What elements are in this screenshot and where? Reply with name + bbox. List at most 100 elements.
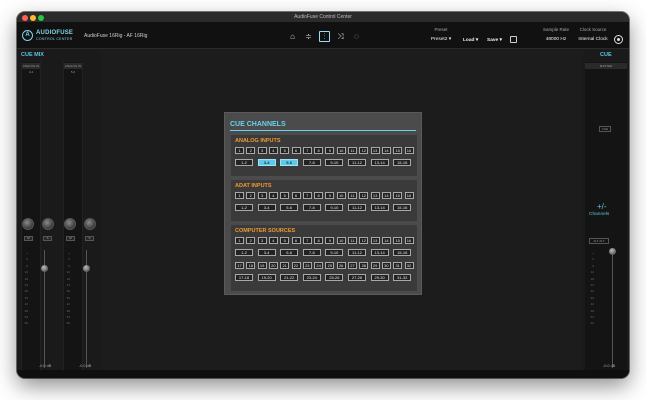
channel-button[interactable]: 12 — [359, 192, 369, 199]
channel-button[interactable]: 10 — [336, 237, 346, 244]
channel-button[interactable]: 3 — [257, 237, 267, 244]
channel-pair-button[interactable]: 13-14 — [370, 159, 389, 166]
channel-button[interactable]: 15 — [393, 237, 403, 244]
channel-button[interactable]: 2 — [246, 237, 256, 244]
channel-button[interactable]: 8 — [314, 147, 324, 154]
cue-button[interactable]: CUE — [599, 126, 611, 132]
channel-button[interactable]: 8 — [314, 192, 324, 199]
channel-button[interactable]: 31 — [393, 262, 403, 269]
master-volume-fader[interactable] — [609, 248, 616, 255]
channel-button[interactable]: 9 — [325, 237, 335, 244]
channel-pair-button[interactable]: 3-4 — [257, 159, 276, 166]
channel-button[interactable]: 9 — [325, 147, 335, 154]
routing-icon[interactable]: ⤨ — [335, 31, 346, 42]
channel-pair-button[interactable]: 7-8 — [302, 249, 321, 256]
home-icon[interactable]: ⌂ — [287, 31, 298, 42]
channel-button[interactable]: 8 — [314, 237, 324, 244]
channel-button[interactable]: 24 — [314, 262, 324, 269]
channel-pair-button[interactable]: 11-12 — [348, 204, 366, 211]
channel-pair-button[interactable]: 31-32 — [393, 274, 412, 281]
channel-pair-button[interactable]: 11-12 — [348, 159, 366, 166]
channel-pair-button[interactable]: 9-10 — [325, 204, 344, 211]
channel-pair-button[interactable]: 27-28 — [348, 274, 366, 281]
channel-button[interactable]: 13 — [370, 147, 380, 154]
channel-button[interactable]: 11 — [348, 237, 357, 244]
channel-pair-button[interactable]: 11-12 — [348, 249, 366, 256]
channel-button[interactable]: 26 — [336, 262, 346, 269]
volume-fader[interactable] — [41, 265, 48, 272]
channel-button[interactable]: 4 — [268, 237, 278, 244]
channels-plus-minus[interactable]: +/- — [597, 202, 607, 211]
pan-knob[interactable] — [22, 218, 34, 230]
channel-button[interactable]: 12 — [359, 147, 369, 154]
mute-button[interactable]: M — [66, 236, 75, 241]
channel-pair-button[interactable]: 17-18 — [235, 274, 253, 281]
channel-button[interactable]: 30 — [381, 262, 391, 269]
channel-pair-button[interactable]: 21-22 — [280, 274, 299, 281]
channel-button[interactable]: 5 — [280, 237, 290, 244]
channel-button[interactable]: 14 — [381, 237, 391, 244]
channel-pair-button[interactable]: 15-16 — [393, 249, 412, 256]
pan-knob[interactable] — [42, 218, 54, 230]
channel-pair-button[interactable]: 7-8 — [302, 204, 321, 211]
channel-button[interactable]: 28 — [359, 262, 369, 269]
channel-button[interactable]: 20 — [268, 262, 278, 269]
channel-button[interactable]: 1 — [235, 192, 244, 199]
channel-pair-button[interactable]: 23-24 — [302, 274, 321, 281]
pan-knob[interactable] — [64, 218, 76, 230]
channel-pair-button[interactable]: 29-30 — [370, 274, 389, 281]
channel-button[interactable]: 32 — [404, 262, 414, 269]
channel-button[interactable]: 18 — [246, 262, 256, 269]
channels-label[interactable]: Channels — [589, 212, 609, 217]
channel-button[interactable]: 7 — [302, 192, 312, 199]
channel-button[interactable]: 16 — [404, 237, 414, 244]
channel-button[interactable]: 15 — [393, 192, 403, 199]
channel-pair-button[interactable]: 5-6 — [280, 159, 299, 166]
channel-button[interactable]: 1 — [235, 147, 244, 154]
settings-gear-icon[interactable] — [614, 35, 623, 44]
alt-toggle[interactable]: ALT ALT — [589, 238, 609, 244]
channel-button[interactable]: 19 — [257, 262, 267, 269]
channel-pair-button[interactable]: 1-2 — [235, 204, 253, 211]
channel-button[interactable]: 27 — [348, 262, 357, 269]
channel-button[interactable]: 23 — [302, 262, 312, 269]
channel-button[interactable]: 15 — [393, 147, 403, 154]
channel-button[interactable]: 9 — [325, 192, 335, 199]
channel-button[interactable]: 14 — [381, 192, 391, 199]
channel-button[interactable]: 21 — [280, 262, 290, 269]
sample-rate-value[interactable]: 48000 Hz — [541, 37, 571, 42]
channel-button[interactable]: 12 — [359, 237, 369, 244]
channel-pair-button[interactable]: 9-10 — [325, 249, 344, 256]
channel-button[interactable]: 16 — [404, 192, 414, 199]
channel-pair-button[interactable]: 19-20 — [257, 274, 276, 281]
channel-button[interactable]: 11 — [348, 192, 357, 199]
cue-icon[interactable]: ⫶ — [319, 31, 330, 42]
channel-button[interactable]: 2 — [246, 147, 256, 154]
save-disk-icon[interactable] — [510, 36, 517, 43]
save-button[interactable]: Save ▾ — [487, 38, 502, 43]
channel-pair-button[interactable]: 25-26 — [325, 274, 344, 281]
channel-pair-button[interactable]: 9-10 — [325, 159, 344, 166]
channel-button[interactable]: 16 — [404, 147, 414, 154]
channel-button[interactable]: 22 — [291, 262, 301, 269]
channel-pair-button[interactable]: 15-16 — [393, 204, 412, 211]
channel-button[interactable]: 10 — [336, 147, 346, 154]
channel-button[interactable]: 6 — [291, 192, 301, 199]
channel-pair-button[interactable]: 3-4 — [257, 249, 276, 256]
channel-button[interactable]: 25 — [325, 262, 335, 269]
channel-button[interactable]: 4 — [268, 147, 278, 154]
channel-button[interactable]: 14 — [381, 147, 391, 154]
channel-pair-button[interactable]: 13-14 — [370, 204, 389, 211]
channel-pair-button[interactable]: 5-6 — [280, 249, 299, 256]
link-icon[interactable]: ◌ — [351, 31, 362, 42]
channel-button[interactable]: 10 — [336, 192, 346, 199]
channel-button[interactable]: 29 — [370, 262, 380, 269]
channel-button[interactable]: 7 — [302, 147, 312, 154]
volume-fader[interactable] — [83, 265, 90, 272]
preset-dropdown[interactable]: Preset2 ▾ — [426, 37, 456, 42]
channel-button[interactable]: 5 — [280, 192, 290, 199]
channel-pair-button[interactable]: 15-16 — [393, 159, 412, 166]
solo-button[interactable]: S — [43, 236, 52, 241]
solo-button[interactable]: S — [85, 236, 94, 241]
channel-button[interactable]: 17 — [235, 262, 244, 269]
